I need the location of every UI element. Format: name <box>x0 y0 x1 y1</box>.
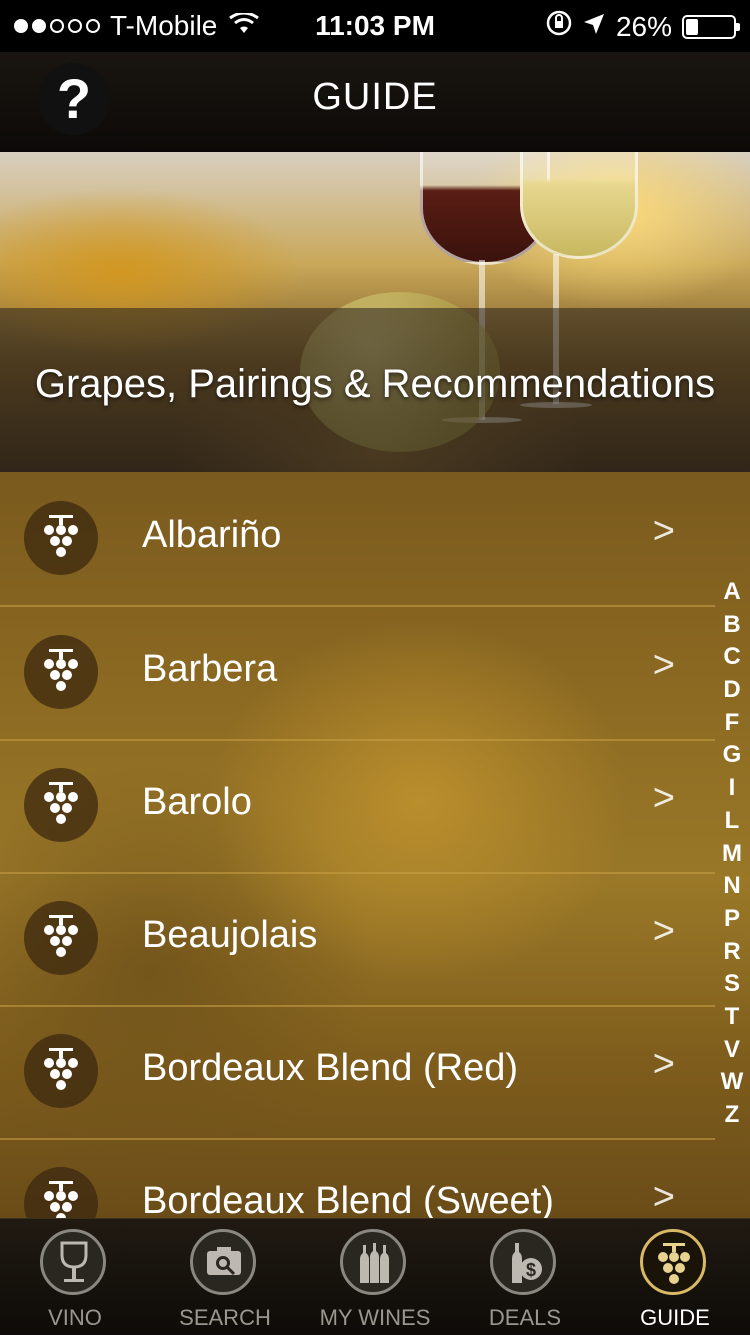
battery-icon <box>682 14 740 39</box>
hero-title: Grapes, Pairings & Recommendations <box>34 362 716 406</box>
orientation-lock-icon <box>546 10 572 43</box>
dollar-bottle-icon: $ <box>490 1229 556 1295</box>
tab-bar: VINO SEARCH MY WINES $ DEALS GUIDE <box>0 1218 750 1335</box>
grape-icon <box>24 501 98 575</box>
index-letter[interactable]: M <box>722 838 742 871</box>
grape-icon <box>24 635 98 709</box>
grape-icon <box>640 1229 706 1295</box>
list-item[interactable]: Barbera > <box>0 606 715 741</box>
tab-label: DEALS <box>488 1305 562 1330</box>
navigation-bar: ? GUIDE <box>0 52 750 153</box>
index-letter[interactable]: D <box>723 674 740 707</box>
tab-search[interactable]: SEARCH <box>150 1219 300 1335</box>
index-letter[interactable]: I <box>729 772 736 805</box>
index-letter[interactable]: T <box>725 1001 740 1034</box>
index-letter[interactable]: S <box>724 968 740 1001</box>
index-letter[interactable]: R <box>723 936 740 969</box>
battery-percent: 26% <box>615 10 672 42</box>
chevron-right-icon: > <box>652 777 675 819</box>
wine-glass-icon <box>40 1229 106 1295</box>
list-item[interactable]: Barolo > <box>0 739 715 874</box>
svg-text:$: $ <box>526 1260 536 1280</box>
list-item-label: Beaujolais <box>142 914 318 956</box>
tab-label: MY WINES <box>319 1305 431 1330</box>
index-letter[interactable]: C <box>723 641 740 674</box>
list-item[interactable]: Bordeaux Blend (Red) > <box>0 1005 715 1140</box>
index-letter[interactable]: N <box>723 870 740 903</box>
camera-search-icon <box>190 1229 256 1295</box>
list-item-label: Barolo <box>142 781 252 823</box>
index-letter[interactable]: P <box>724 903 740 936</box>
alphabet-index[interactable]: A B C D F G I L M N P R S T V W Z <box>714 576 750 1132</box>
tab-label: GUIDE <box>640 1305 710 1330</box>
index-letter[interactable]: A <box>723 576 740 609</box>
chevron-right-icon: > <box>652 1043 675 1085</box>
location-arrow-icon <box>582 11 606 43</box>
list-item-label: Barbera <box>142 648 278 690</box>
list-item-label: Bordeaux Blend (Red) <box>142 1047 518 1089</box>
chevron-right-icon: > <box>652 910 675 952</box>
chevron-right-icon: > <box>652 510 675 552</box>
tab-vino[interactable]: VINO <box>0 1219 150 1335</box>
tab-label: VINO <box>48 1305 102 1330</box>
list-item[interactable]: Beaujolais > <box>0 872 715 1007</box>
list-item-label: Bordeaux Blend (Sweet) <box>142 1180 554 1218</box>
battery-level <box>686 18 698 35</box>
index-letter[interactable]: F <box>725 707 740 740</box>
hero-banner: Grapes, Pairings & Recommendations <box>0 152 750 472</box>
page-title: GUIDE <box>312 76 438 118</box>
tab-deals[interactable]: $ DEALS <box>450 1219 600 1335</box>
tab-my-wines[interactable]: MY WINES <box>300 1219 450 1335</box>
grape-icon <box>24 1034 98 1108</box>
index-letter[interactable]: L <box>725 805 740 838</box>
chevron-right-icon: > <box>652 1176 675 1218</box>
index-letter[interactable]: G <box>723 739 742 772</box>
grape-icon <box>24 1167 98 1218</box>
status-right: 26% <box>546 10 740 43</box>
tab-label: SEARCH <box>179 1305 271 1330</box>
list-item[interactable]: Bordeaux Blend (Sweet) > <box>0 1138 715 1218</box>
chevron-right-icon: > <box>652 644 675 686</box>
index-letter[interactable]: B <box>723 609 740 642</box>
status-bar: T-Mobile 11:03 PM 26% <box>0 0 750 52</box>
index-letter[interactable]: V <box>724 1034 740 1067</box>
list-item[interactable]: Albariño > <box>0 472 715 607</box>
grape-icon <box>24 901 98 975</box>
list-item-label: Albariño <box>142 514 282 556</box>
index-letter[interactable]: Z <box>725 1099 740 1132</box>
grape-list[interactable]: Albariño > Barbera > Barolo > Beaujolais… <box>0 472 750 1218</box>
index-letter[interactable]: W <box>721 1066 744 1099</box>
bottles-icon <box>340 1229 406 1295</box>
grape-icon <box>24 768 98 842</box>
tab-guide[interactable]: GUIDE <box>600 1219 750 1335</box>
